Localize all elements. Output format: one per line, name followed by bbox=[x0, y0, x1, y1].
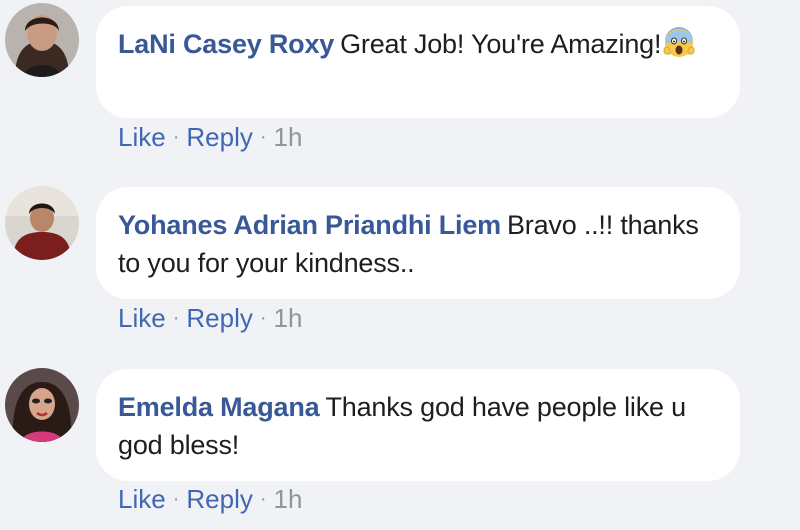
separator-dot: · bbox=[259, 488, 267, 510]
comment-timestamp[interactable]: 1h bbox=[274, 484, 303, 514]
comment-author[interactable]: Yohanes Adrian Priandhi Liem bbox=[118, 210, 501, 240]
comment-bubble: LaNi Casey Roxy Great Job! You're Amazing… bbox=[96, 6, 740, 118]
separator-dot: · bbox=[172, 307, 180, 329]
avatar[interactable] bbox=[5, 3, 79, 77]
separator-dot: · bbox=[259, 126, 267, 148]
comment-actions: Like · Reply · 1h bbox=[118, 484, 302, 515]
comment-actions: Like · Reply · 1h bbox=[118, 303, 302, 334]
comment-timestamp[interactable]: 1h bbox=[274, 122, 303, 152]
like-link[interactable]: Like bbox=[118, 484, 166, 514]
comment-author[interactable]: Emelda Magana bbox=[118, 392, 320, 422]
comment-bubble: Yohanes Adrian Priandhi Liem Bravo ..!! t… bbox=[96, 187, 740, 299]
comment-text: Great Job! You're Amazing! bbox=[340, 29, 662, 59]
reply-link[interactable]: Reply bbox=[186, 484, 252, 514]
reply-link[interactable]: Reply bbox=[186, 122, 252, 152]
comment-timestamp[interactable]: 1h bbox=[274, 303, 303, 333]
avatar[interactable] bbox=[5, 186, 79, 260]
avatar[interactable] bbox=[5, 368, 79, 442]
separator-dot: · bbox=[259, 307, 267, 329]
comment-actions: Like · Reply · 1h bbox=[118, 122, 302, 153]
like-link[interactable]: Like bbox=[118, 122, 166, 152]
comment-author[interactable]: LaNi Casey Roxy bbox=[118, 29, 334, 59]
like-link[interactable]: Like bbox=[118, 303, 166, 333]
face-screaming-in-fear-icon bbox=[663, 27, 695, 69]
separator-dot: · bbox=[172, 488, 180, 510]
separator-dot: · bbox=[172, 126, 180, 148]
comment-bubble: Emelda Magana Thanks god have people like… bbox=[96, 369, 740, 481]
reply-link[interactable]: Reply bbox=[186, 303, 252, 333]
